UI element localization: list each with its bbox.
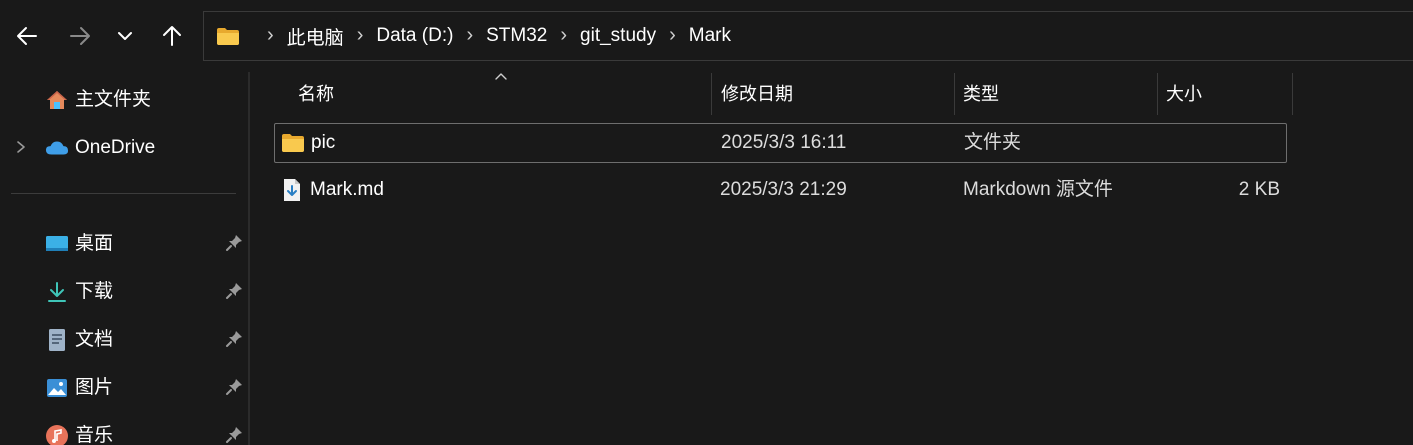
column-header-size[interactable]: 大小: [1158, 73, 1292, 115]
folder-icon: [216, 26, 240, 46]
breadcrumb-separator[interactable]: ›: [560, 24, 567, 47]
arrow-right-icon: [70, 27, 90, 45]
file-type: 文件夹: [964, 132, 1022, 153]
pin-icon[interactable]: [224, 233, 244, 253]
file-type: Markdown 源文件: [963, 179, 1113, 200]
column-header-row: 名称 修改日期 类型 大小: [275, 73, 1295, 115]
chevron-right-icon[interactable]: [14, 138, 28, 156]
sidebar-item-documents[interactable]: 文档: [0, 316, 250, 360]
breadcrumb-data-drive[interactable]: Data (D:): [376, 25, 453, 47]
pin-icon[interactable]: [224, 281, 244, 301]
music-icon: [45, 424, 69, 445]
column-header-modified[interactable]: 修改日期: [713, 73, 953, 115]
sidebar-item-label: 音乐: [75, 425, 114, 445]
table-row[interactable]: Mark.md 2025/3/3 21:29 Markdown 源文件 2 KB: [274, 171, 1287, 211]
file-size: 2 KB: [1238, 179, 1280, 200]
sidebar-item-desktop[interactable]: 桌面: [0, 220, 250, 264]
sidebar-item-label: OneDrive: [75, 137, 156, 158]
recent-locations-button[interactable]: [108, 16, 142, 56]
cloud-icon: [45, 136, 69, 160]
file-explorer-window: › 此电脑 › Data (D:) › STM32 › git_study › …: [0, 0, 1413, 445]
breadcrumb: › 此电脑 › Data (D:) › STM32 › git_study › …: [216, 12, 731, 60]
up-button[interactable]: [155, 16, 189, 56]
forward-button[interactable]: [63, 16, 97, 56]
sidebar-item-home[interactable]: 主文件夹: [0, 76, 250, 120]
breadcrumb-separator[interactable]: ›: [357, 24, 364, 47]
sidebar-item-label: 主文件夹: [75, 89, 152, 110]
chevron-down-icon: [118, 32, 132, 40]
file-name[interactable]: Mark.md: [310, 171, 384, 209]
sidebar-item-label: 图片: [75, 377, 114, 398]
file-modified: 2025/3/3 21:29: [720, 179, 847, 200]
file-size: [1168, 124, 1281, 162]
column-header-type[interactable]: 类型: [955, 73, 1155, 115]
pictures-icon: [45, 376, 69, 400]
column-divider[interactable]: [711, 73, 712, 115]
breadcrumb-separator[interactable]: ›: [669, 24, 676, 47]
sidebar-item-music[interactable]: 音乐: [0, 412, 250, 445]
breadcrumb-stm32[interactable]: STM32: [486, 25, 547, 47]
folder-icon: [282, 134, 304, 152]
sidebar-divider: [11, 193, 236, 194]
home-icon: [45, 88, 69, 112]
back-button[interactable]: [10, 16, 44, 56]
column-divider[interactable]: [1292, 73, 1293, 115]
desktop-icon: [45, 232, 69, 256]
sidebar-item-onedrive[interactable]: OneDrive: [0, 124, 250, 168]
pin-icon[interactable]: [224, 329, 244, 349]
navigation-pane: 主文件夹 OneDrive 桌面 下载 文档 图片 音乐: [0, 72, 250, 445]
pin-icon[interactable]: [224, 377, 244, 397]
download-icon: [45, 280, 69, 304]
sidebar-item-pictures[interactable]: 图片: [0, 364, 250, 408]
column-header-name[interactable]: 名称: [290, 73, 710, 115]
address-bar[interactable]: › 此电脑 › Data (D:) › STM32 › git_study › …: [203, 11, 1413, 61]
breadcrumb-separator[interactable]: ›: [466, 24, 473, 47]
pin-icon[interactable]: [224, 425, 244, 445]
breadcrumb-this-pc[interactable]: 此电脑: [287, 23, 344, 50]
arrow-up-icon: [163, 26, 181, 46]
sidebar-item-label: 下载: [75, 281, 114, 302]
table-row[interactable]: pic 2025/3/3 16:11 文件夹: [274, 123, 1287, 163]
file-modified: 2025/3/3 16:11: [721, 132, 847, 153]
file-name[interactable]: pic: [311, 124, 335, 162]
arrow-left-icon: [17, 27, 37, 45]
document-icon: [45, 328, 69, 352]
breadcrumb-git-study[interactable]: git_study: [580, 25, 656, 47]
pane-splitter[interactable]: [248, 72, 250, 445]
sidebar-item-label: 文档: [75, 329, 114, 350]
breadcrumb-separator: ›: [267, 23, 274, 46]
markdown-file-icon: [284, 179, 300, 201]
sidebar-item-label: 桌面: [75, 233, 114, 254]
breadcrumb-mark[interactable]: Mark: [689, 25, 731, 47]
sidebar-item-downloads[interactable]: 下载: [0, 268, 250, 312]
